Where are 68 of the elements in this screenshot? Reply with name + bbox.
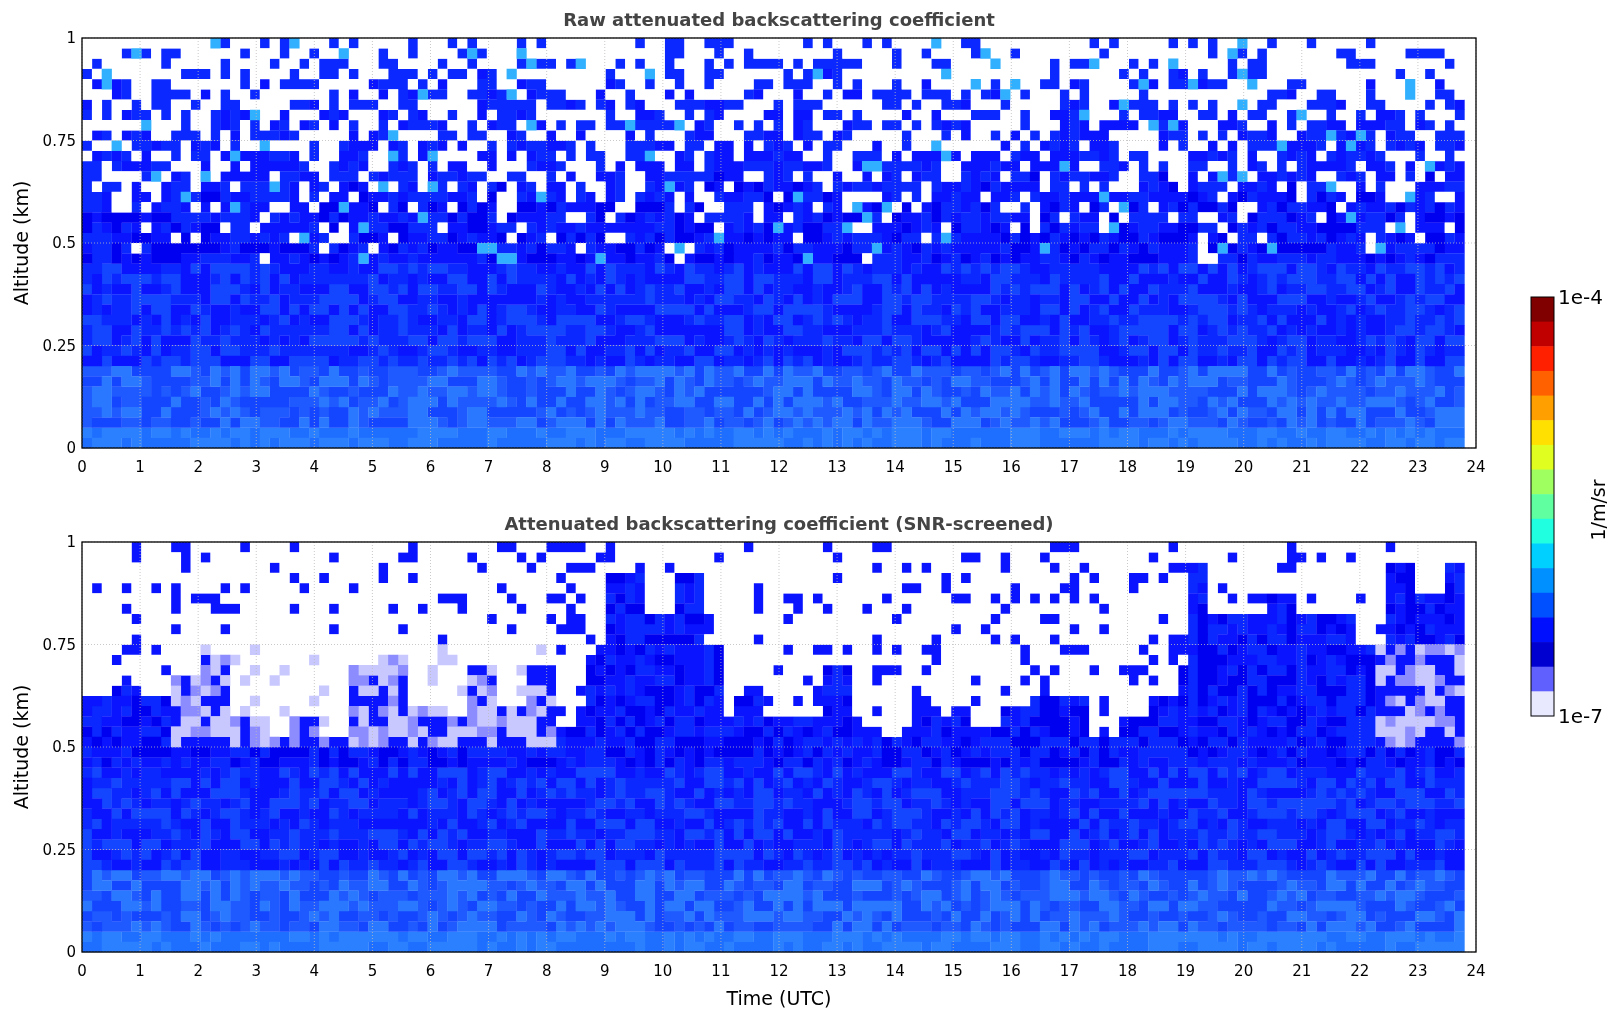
tick-label: 8 [541, 458, 552, 476]
tick-label: 18 [1117, 458, 1138, 476]
tick-label: 1 [135, 962, 145, 980]
tick-label: 6 [425, 458, 436, 476]
tick-label: 1 [66, 533, 76, 551]
tick-label: 13 [827, 962, 847, 980]
tick-label: 9 [600, 458, 610, 476]
tick-label: 17 [1059, 458, 1079, 476]
tick-label: 12 [769, 458, 789, 476]
tick-label: 24 [1466, 962, 1486, 980]
tick-label: 0.25 [42, 336, 76, 355]
tick-label: 14 [885, 458, 905, 476]
tick-label: 22 [1350, 962, 1370, 980]
tick-label: 23 [1408, 962, 1428, 980]
tick-label: 19 [1176, 962, 1196, 980]
tick-label: 14 [885, 962, 905, 980]
tick-label: 4 [309, 458, 320, 476]
tick-label: 0.75 [42, 131, 76, 150]
tick-label: 19 [1176, 458, 1196, 476]
tick-label: 1 [66, 29, 76, 47]
tick-label: 21 [1292, 458, 1312, 476]
tick-label: 0.75 [42, 635, 76, 654]
tick-label: 20 [1234, 962, 1254, 980]
tick-label: 16 [1001, 458, 1021, 476]
tick-label: 11 [711, 458, 731, 476]
tick-label: 9 [600, 962, 610, 980]
tick-label: 18 [1117, 962, 1138, 980]
tick-label: 12 [769, 962, 789, 980]
tick-label: 10 [653, 962, 673, 980]
tick-label: 2 [193, 458, 203, 476]
tick-label: 0 [77, 962, 87, 980]
tick-label: 22 [1350, 458, 1370, 476]
tick-label: 0 [66, 943, 76, 961]
tick-label: 13 [827, 458, 847, 476]
tick-label: 1 [135, 458, 145, 476]
tick-label: 10 [653, 458, 673, 476]
tick-label: 7 [483, 458, 494, 476]
tick-label: 11 [711, 962, 731, 980]
colorbar-min-label: 1e-7 [1558, 704, 1603, 728]
tick-label: 15 [943, 962, 963, 980]
tick-label: 7 [483, 962, 494, 980]
axis-label: Time (UTC) [726, 987, 832, 1009]
tick-label: 0.25 [42, 840, 76, 859]
tick-label: 2 [193, 962, 203, 980]
chart-title: Attenuated backscattering coefficient (SNR-screened) [504, 513, 1054, 534]
colorbar-label: 1/m/sr [1587, 479, 1609, 541]
tick-label: 5 [367, 962, 378, 980]
tick-label: 5 [367, 458, 378, 476]
tick-label: 20 [1234, 458, 1254, 476]
tick-label: 16 [1001, 962, 1021, 980]
tick-label: 17 [1059, 962, 1079, 980]
axis-label: Altitude (km) [10, 180, 32, 306]
tick-label: 6 [425, 962, 436, 980]
tick-label: 0 [66, 439, 76, 457]
tick-label: 23 [1408, 458, 1428, 476]
tick-label: 3 [251, 458, 261, 476]
tick-label: 3 [251, 962, 261, 980]
tick-label: 0.5 [52, 234, 76, 252]
tick-label: 8 [541, 962, 552, 980]
tick-label: 21 [1292, 962, 1312, 980]
chart-title: Raw attenuated backscattering coefficient [563, 9, 995, 30]
tick-label: 24 [1466, 458, 1486, 476]
tick-label: 0 [77, 458, 87, 476]
tick-label: 15 [943, 458, 963, 476]
colorbar-max-label: 1e-4 [1558, 285, 1603, 309]
tick-label: 4 [309, 962, 320, 980]
axis-label: Altitude (km) [10, 684, 32, 810]
tick-label: 0.5 [52, 738, 76, 756]
